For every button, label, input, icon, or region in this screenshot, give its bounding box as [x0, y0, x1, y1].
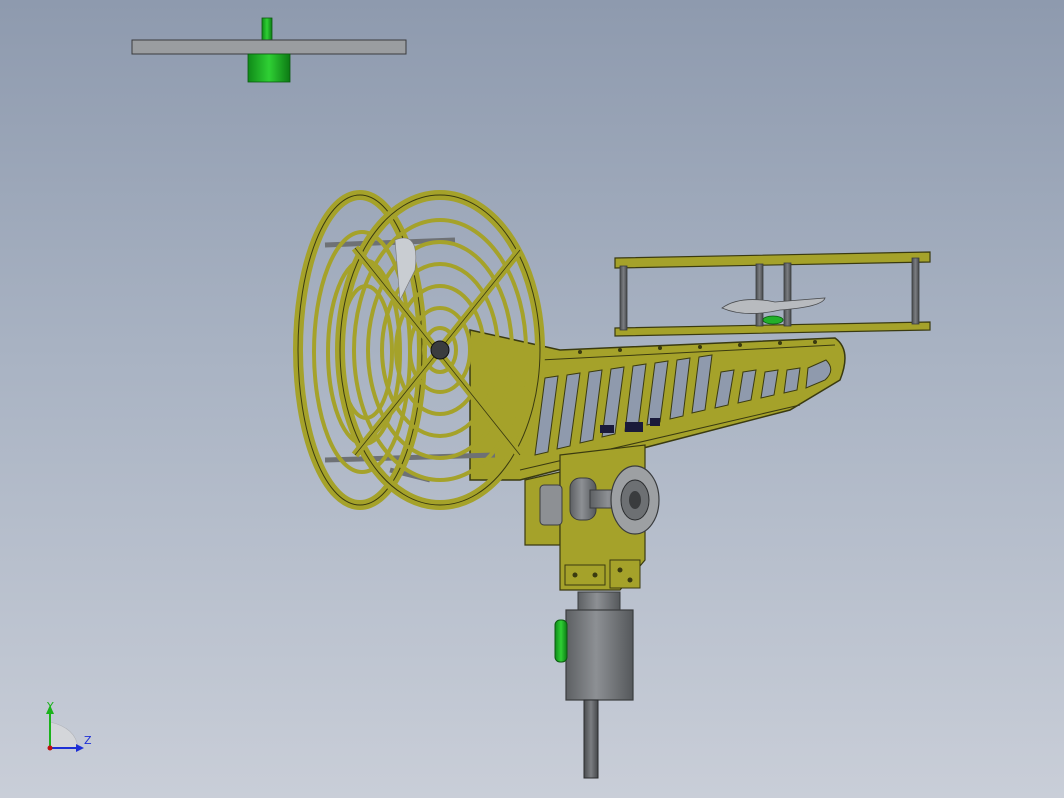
cad-viewport[interactable]: Y Z — [0, 0, 1064, 798]
z-axis-label: Z — [84, 734, 92, 747]
bearing-flange — [610, 465, 660, 535]
y-axis-label: Y — [46, 700, 54, 713]
axis-triad: Y Z — [46, 700, 92, 752]
tail-rotor-frame[interactable] — [614, 251, 931, 337]
motor-housing[interactable] — [554, 591, 634, 779]
rotor-disc-part[interactable] — [131, 17, 407, 83]
propeller-blade — [721, 297, 826, 325]
